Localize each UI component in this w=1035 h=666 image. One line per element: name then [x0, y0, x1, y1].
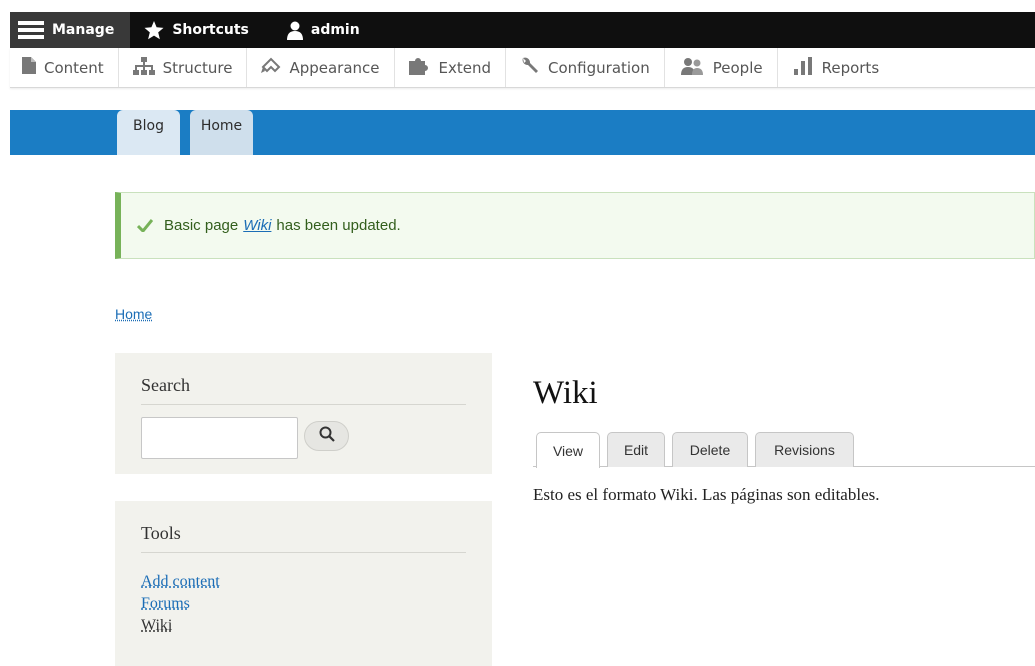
- tray-item-label: Appearance: [289, 58, 380, 77]
- breadcrumb-home[interactable]: Home: [115, 306, 152, 322]
- tools-link-wiki[interactable]: Wiki: [141, 617, 172, 634]
- bar-chart-icon: [793, 56, 814, 79]
- tools-link-add-content[interactable]: Add content: [141, 573, 220, 590]
- puzzle-icon: [408, 57, 431, 79]
- tray-item-configuration[interactable]: Configuration: [506, 48, 665, 87]
- tray-item-label: Content: [44, 58, 104, 77]
- tray-item-extend[interactable]: Extend: [395, 48, 507, 87]
- local-tasks: View Edit Delete Revisions: [533, 431, 1035, 468]
- status-link[interactable]: Wiki: [243, 217, 271, 234]
- wrench-icon: [520, 57, 540, 79]
- search-block: Search: [115, 353, 492, 474]
- shortcuts-label: Shortcuts: [172, 22, 249, 38]
- tray-item-people[interactable]: People: [665, 48, 778, 87]
- tools-list: Add content Forums Wiki: [141, 571, 466, 637]
- checkmark-icon: [137, 219, 153, 232]
- structure-icon: [132, 56, 155, 79]
- tab-blog[interactable]: Blog: [117, 110, 180, 155]
- search-input[interactable]: [141, 417, 298, 459]
- status-suffix: has been updated.: [276, 217, 401, 234]
- manage-tab[interactable]: Manage: [10, 12, 131, 48]
- tab-edit[interactable]: Edit: [607, 432, 665, 467]
- tray-item-label: Extend: [438, 58, 492, 77]
- status-message: Basic page Wiki has been updated.: [115, 192, 1035, 259]
- hamburger-icon: [18, 20, 44, 40]
- user-label: admin: [310, 22, 360, 38]
- tab-delete[interactable]: Delete: [672, 432, 748, 467]
- tray-item-label: Structure: [162, 58, 233, 77]
- admin-toolbar: Manage Shortcuts admin: [10, 12, 1035, 48]
- tray-item-label: Configuration: [548, 58, 650, 77]
- tools-link-forums[interactable]: Forums: [141, 595, 190, 612]
- paint-icon: [261, 57, 281, 79]
- tab-revisions[interactable]: Revisions: [755, 432, 854, 467]
- people-icon: [680, 57, 705, 79]
- tray-item-label: Reports: [821, 58, 880, 77]
- list-item: Add content: [141, 571, 466, 593]
- tray-item-content[interactable]: Content: [10, 48, 119, 87]
- tray-item-label: People: [712, 58, 763, 77]
- search-form: [141, 417, 466, 459]
- star-icon: [144, 20, 164, 40]
- file-icon: [22, 57, 36, 78]
- tray-item-appearance[interactable]: Appearance: [247, 48, 395, 87]
- body-text: Esto es el formato Wiki. Las páginas son…: [533, 485, 880, 504]
- tools-block: Tools Add content Forums Wiki: [115, 501, 492, 666]
- user-tab[interactable]: admin: [265, 12, 376, 48]
- list-item: Wiki: [141, 615, 466, 637]
- search-block-title: Search: [141, 375, 466, 405]
- status-prefix: Basic page: [164, 217, 239, 234]
- shortcuts-tab[interactable]: Shortcuts: [130, 12, 265, 48]
- search-icon: [319, 426, 335, 446]
- manage-label: Manage: [52, 22, 115, 38]
- admin-tray: Content Structure Appearance Extend Conf…: [10, 48, 1035, 88]
- tray-item-reports[interactable]: Reports: [778, 48, 894, 87]
- tray-item-structure[interactable]: Structure: [119, 48, 248, 87]
- user-icon: [286, 21, 303, 40]
- tab-view[interactable]: View: [536, 432, 600, 468]
- tab-home[interactable]: Home: [190, 110, 253, 155]
- page-title: Wiki: [533, 375, 598, 411]
- list-item: Forums: [141, 593, 466, 615]
- search-button[interactable]: [304, 421, 349, 451]
- tools-block-title: Tools: [141, 523, 466, 553]
- primary-menu: Blog Home: [10, 110, 1035, 155]
